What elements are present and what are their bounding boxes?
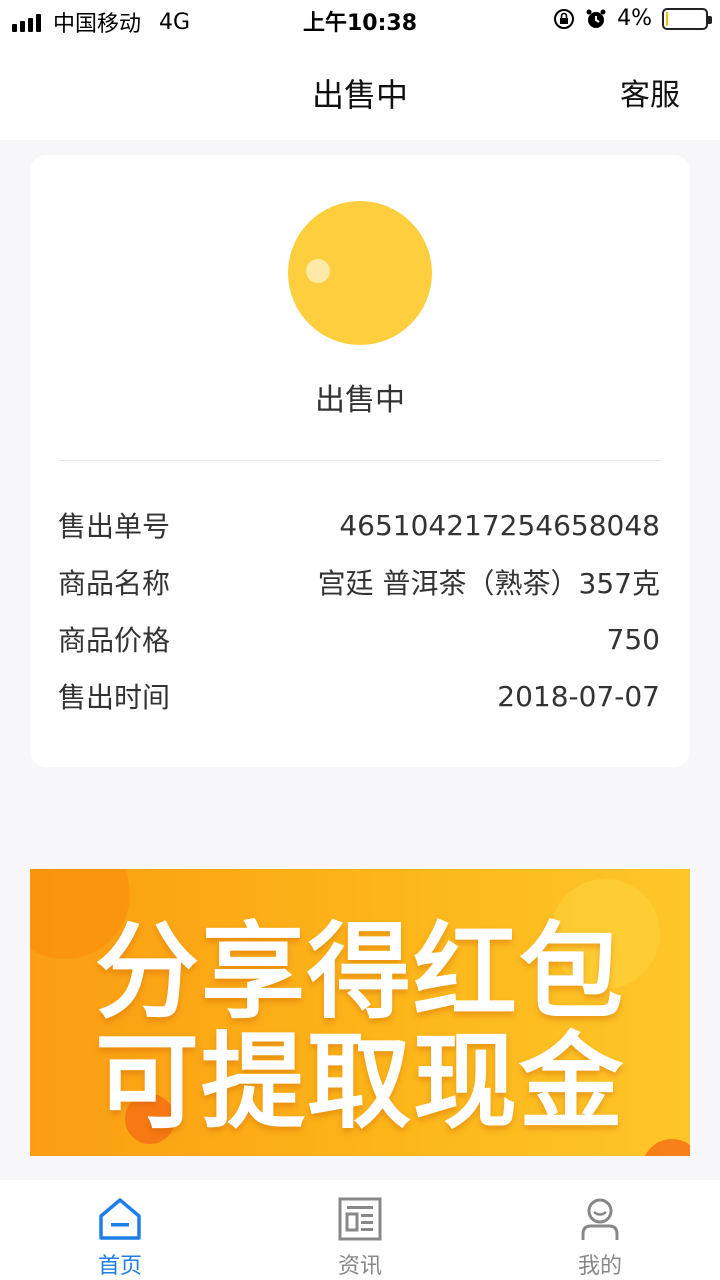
news-icon [338, 1197, 382, 1241]
alarm-icon [586, 9, 606, 28]
info-value: 2018-07-07 [497, 679, 660, 713]
info-row-order-number: 售出单号 465104217254658048 [58, 505, 660, 545]
info-value: 750 [606, 622, 660, 656]
home-icon [99, 1198, 141, 1240]
info-row-sale-time: 售出时间 2018-07-07 [58, 676, 660, 716]
info-value: 465104217254658048 [339, 508, 660, 542]
battery-percent: 4% [617, 6, 652, 31]
info-label: 售出单号 [58, 510, 171, 543]
banner-bubble [642, 1139, 690, 1156]
tab-label: 首页 [97, 1254, 142, 1279]
profile-icon [581, 1198, 619, 1240]
status-circle-icon [288, 201, 432, 345]
order-status-card: 出售中 售出单号 465104217254658048 商品名称 宫廷 普洱茶（… [30, 155, 690, 767]
page-title: 出售中 [311, 76, 408, 114]
status-bar-right: 4% [553, 6, 712, 31]
tab-label: 资讯 [337, 1254, 382, 1279]
info-label: 商品名称 [58, 567, 171, 600]
tab-home[interactable]: 首页 [0, 1180, 240, 1280]
battery-icon [662, 7, 712, 30]
rotation-lock-icon [554, 8, 575, 29]
info-row-product-price: 商品价格 750 [58, 619, 660, 659]
nav-bar: 出售中 客服 [0, 40, 720, 140]
divider [58, 460, 662, 461]
tab-news[interactable]: 资讯 [240, 1180, 480, 1280]
bottom-tab-bar: 首页 资讯 我的 [0, 1180, 720, 1280]
info-label: 商品价格 [58, 624, 171, 657]
status-bar: 中国移动 4G 上午10:38 4% [0, 0, 720, 40]
info-row-product-name: 商品名称 宫廷 普洱茶（熟茶）357克 [58, 562, 660, 602]
status-circle-highlight [306, 259, 330, 283]
status-text: 出售中 [315, 383, 405, 418]
battery-fill [666, 11, 668, 26]
customer-service-button[interactable]: 客服 [620, 70, 680, 114]
info-value: 宫廷 普洱茶（熟茶）357克 [317, 567, 660, 600]
banner-line-1: 分享得红包 [94, 911, 625, 1033]
tab-label: 我的 [577, 1254, 622, 1279]
share-red-packet-banner[interactable]: 分享得红包 可提取现金 [30, 869, 690, 1156]
tab-profile[interactable]: 我的 [480, 1180, 720, 1280]
info-label: 售出时间 [58, 681, 171, 714]
banner-line-2: 可提取现金 [94, 1021, 625, 1143]
